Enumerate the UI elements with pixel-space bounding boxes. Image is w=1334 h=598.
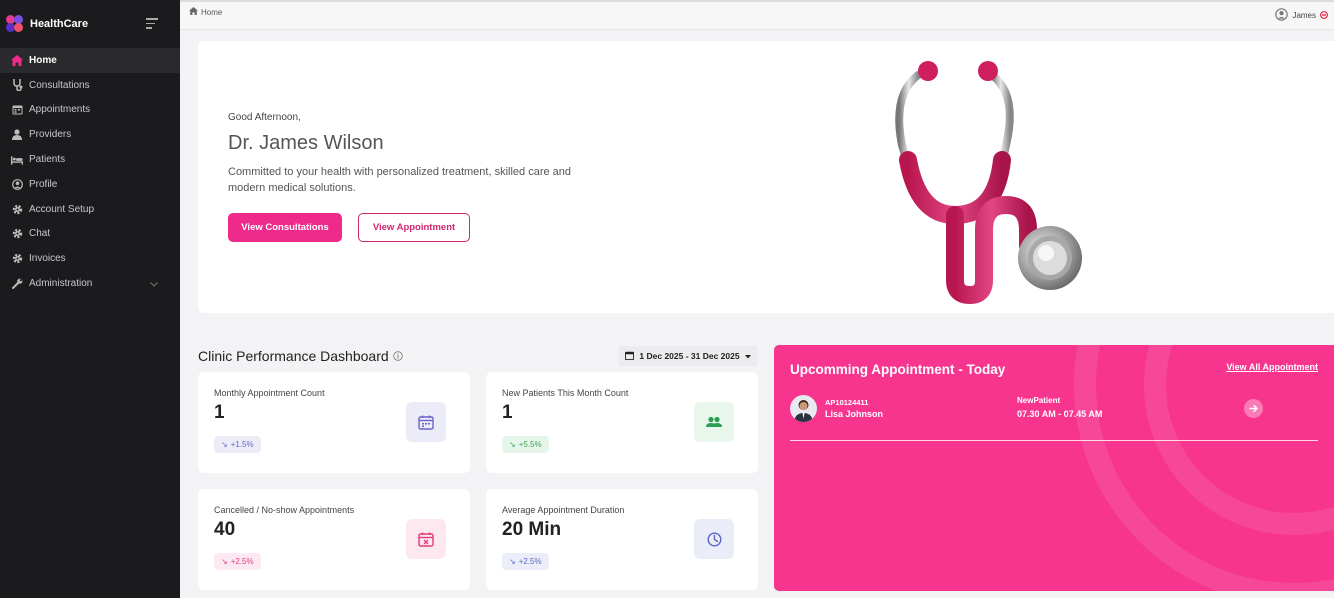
sidebar-item-label: Patients [29,154,66,166]
gear-icon [11,253,23,265]
home-icon [189,7,198,17]
trend-arrow-icon: ↘ [509,440,516,449]
user-menu[interactable]: James [1275,8,1328,23]
stat-card-cancelled-appointments: Cancelled / No-show Appointments 40 ↘ +2.… [198,489,470,590]
sidebar-item-invoices[interactable]: Invoices [0,246,180,271]
stethoscope-illustration-icon [895,61,1082,305]
trend-arrow-icon: ↘ [221,440,228,449]
stat-card-new-patients: New Patients This Month Count 1 ↘ +5.5% [486,372,758,473]
stat-value: 20 Min [502,519,562,540]
breadcrumb[interactable]: Home [189,7,222,17]
chevron-down-icon[interactable] [150,279,158,290]
info-icon[interactable] [392,348,403,364]
stat-value: 40 [214,519,236,540]
greeting: Good Afternoon, [228,112,301,123]
sidebar-item-label: Chat [29,228,51,240]
logout-icon[interactable] [1320,10,1328,21]
sidebar-item-label: Providers [29,129,72,141]
sidebar-item-label: Invoices [29,253,66,265]
view-all-appointment-link[interactable]: View All Appointment [1226,362,1318,372]
sidebar-item-label: Appointments [29,104,91,116]
bed-icon [11,154,23,166]
sidebar-item-label: Profile [29,178,58,190]
stat-value: 1 [502,402,513,423]
trend-arrow-icon: ↘ [221,557,228,566]
user-circle-icon [11,178,23,190]
clock-icon [694,519,734,559]
users-icon [694,402,734,442]
stat-value: 1 [214,402,225,423]
gear-icon [11,203,23,215]
brand: HealthCare [0,0,180,48]
tagline: Committed to your health with personaliz… [228,166,572,194]
stethoscope-icon [11,79,23,92]
sidebar-item-chat[interactable]: Chat [0,222,180,247]
sidebar-item-providers[interactable]: Providers [0,122,180,147]
patient-name: Lisa Johnson [825,409,884,419]
sidebar-item-administration[interactable]: Administration [0,271,180,296]
caret-down-icon [744,351,751,361]
gear-icon [11,228,23,240]
view-appointment-button[interactable]: View Appointment [358,213,470,242]
sidebar-toggle-icon[interactable] [146,18,160,30]
trend-badge: ↘ +5.5% [502,436,549,453]
stat-label: Average Appointment Duration [502,505,625,515]
calendar-x-icon [406,519,446,559]
doctor-name: Dr. James Wilson [228,132,384,154]
dashboard-title: Clinic Performance Dashboard [198,348,403,364]
user-circle-icon [1275,8,1289,23]
user-name: James [1292,11,1316,20]
sidebar-item-profile[interactable]: Profile [0,172,180,197]
patient-type: NewPatient [1017,396,1061,405]
sidebar-item-label: Consultations [29,79,90,91]
stat-label: Cancelled / No-show Appointments [214,505,355,515]
view-consultations-button[interactable]: View Consultations [228,213,342,242]
calendar-icon [11,104,23,116]
date-range-picker[interactable]: 1 Dec 2025 - 31 Dec 2025 [618,346,758,366]
avatar [790,395,817,422]
healthcare-logo-icon [6,15,24,33]
upcoming-appointments-panel: Upcomming Appointment - Today View All A… [774,345,1334,591]
appointment-time: 07.30 AM - 07.45 AM [1017,409,1103,419]
sidebar-item-label: Administration [29,278,93,290]
sidebar-item-home[interactable]: Home [0,48,180,73]
breadcrumb-home[interactable]: Home [201,8,222,17]
stat-card-monthly-appointments: Monthly Appointment Count 1 ↘ +1.5% [198,372,470,473]
welcome-banner: Good Afternoon, Dr. James Wilson Committ… [198,41,1334,313]
home-icon [11,54,23,66]
sidebar-item-appointments[interactable]: Appointments [0,98,180,123]
sidebar-item-consultations[interactable]: Consultations [0,73,180,98]
stat-card-average-duration: Average Appointment Duration 20 Min ↘ +2.… [486,489,758,590]
appointment-id: AP10124411 [825,398,869,407]
trend-arrow-icon: ↘ [509,557,516,566]
date-range-label: 1 Dec 2025 - 31 Dec 2025 [639,351,740,361]
stat-label: New Patients This Month Count [502,388,629,398]
app-name: HealthCare [30,18,89,30]
topbar: Home James [180,0,1334,30]
sidebar-item-account-setup[interactable]: Account Setup [0,197,180,222]
sidebar-item-label: Home [29,54,57,66]
calendar-icon [406,402,446,442]
wrench-icon [11,278,23,290]
user-md-icon [11,129,23,141]
sidebar-item-label: Account Setup [29,203,95,215]
sidebar: HealthCare Home Consultations Appointmen… [0,0,180,598]
sidebar-item-patients[interactable]: Patients [0,147,180,172]
calendar-icon [625,351,635,362]
trend-badge: ↘ +2.5% [214,553,261,570]
stat-label: Monthly Appointment Count [214,388,325,398]
trend-badge: ↘ +1.5% [214,436,261,453]
arrow-right-icon[interactable] [1244,399,1263,418]
divider [790,440,1318,441]
trend-badge: ↘ +2.5% [502,553,549,570]
panel-title: Upcomming Appointment - Today [790,362,1006,377]
